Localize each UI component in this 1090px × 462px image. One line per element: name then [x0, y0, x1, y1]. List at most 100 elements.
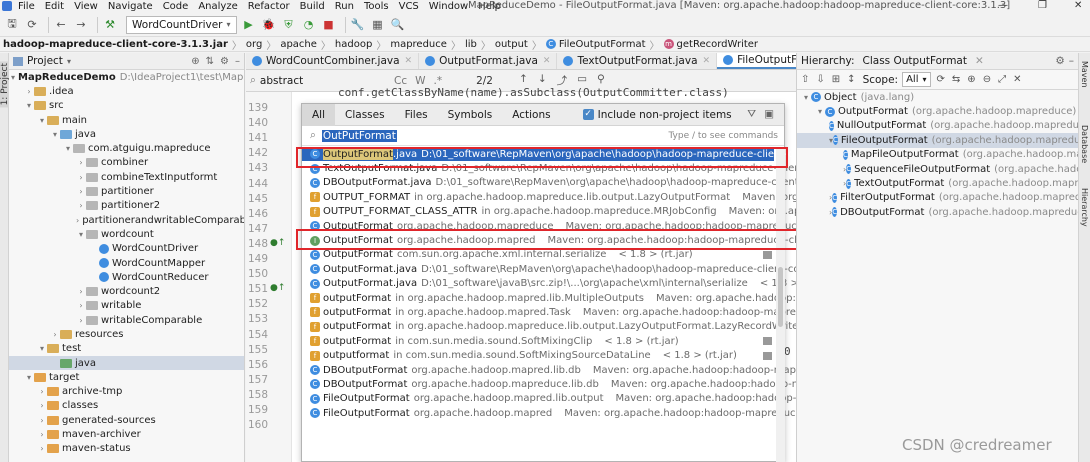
menu-vcs[interactable]: VCS — [399, 1, 419, 12]
tab-textoutputformat[interactable]: TextOutputFormat.java ✕ — [557, 53, 718, 69]
project-tree-item[interactable]: ▾ src — [9, 99, 244, 113]
gear-icon[interactable]: ⚙ — [1055, 55, 1064, 67]
sync-icon[interactable]: ⟳ — [24, 17, 40, 33]
menu-run[interactable]: Run — [335, 1, 354, 12]
hierarchy-item[interactable]: › C TextOutputFormat (org.apache.hadoop.map… — [797, 176, 1078, 190]
expanded-arrow-icon[interactable]: ▾ — [815, 107, 825, 116]
project-tree-item[interactable]: ▾ test — [9, 342, 244, 356]
project-tree-item[interactable]: › combiner — [9, 156, 244, 170]
hierarchy-item[interactable]: › C DBOutputFormat (org.apache.hadoop.mapre… — [797, 205, 1078, 219]
project-panel-title[interactable]: Project — [27, 55, 63, 67]
tab-classes[interactable]: Classes — [335, 104, 395, 126]
project-tree-item[interactable]: › .idea — [9, 84, 244, 98]
collapsed-arrow-icon[interactable]: › — [37, 401, 47, 410]
collapsed-arrow-icon[interactable]: › — [76, 173, 86, 182]
project-tree-item[interactable]: › writableComparable — [9, 313, 244, 327]
menu-tools[interactable]: Tools — [364, 1, 389, 12]
project-tree-item[interactable]: ▾ com.atguigu.mapreduce — [9, 141, 244, 155]
close-window-button[interactable]: ✕ — [1074, 0, 1082, 11]
menu-window[interactable]: Window — [429, 1, 468, 12]
menu-refactor[interactable]: Refactor — [248, 1, 290, 12]
class-hierarchy-icon[interactable]: ⊞ — [832, 74, 840, 85]
expanded-arrow-icon[interactable]: ▾ — [76, 230, 86, 239]
breadcrumb-org[interactable]: org — [246, 39, 262, 50]
breadcrumb-lib[interactable]: lib — [465, 39, 477, 50]
close-icon[interactable]: ✕ — [703, 56, 711, 66]
tab-outputformat[interactable]: OutputFormat.java ✕ — [419, 53, 558, 69]
regex-toggle[interactable]: .* — [434, 75, 443, 87]
popup-scrollbar[interactable] — [776, 147, 785, 462]
search-result-item[interactable]: C DBOutputFormat org.apache.hadoop.mapredu… — [302, 377, 888, 391]
menu-build[interactable]: Build — [300, 1, 325, 12]
hierarchy-tool-button[interactable]: Hierarchy — [1080, 188, 1089, 227]
hide-icon[interactable]: – — [235, 56, 240, 67]
collapsed-arrow-icon[interactable]: › — [76, 216, 79, 225]
search-result-item[interactable]: f outputformat in com.sun.media.sound.Soft… — [302, 348, 774, 362]
supertypes-icon[interactable]: ⇧ — [801, 74, 809, 85]
project-tree-item[interactable]: ▾ java — [9, 127, 244, 141]
search-result-item[interactable]: C DBOutputFormat.java D:\01_software\RepMa… — [302, 176, 869, 190]
breadcrumb-hadoop[interactable]: hadoop — [335, 39, 372, 50]
hierarchy-item[interactable]: › C SequenceFileOutputFormat (org.apache.ha… — [797, 162, 1078, 176]
hierarchy-item[interactable]: C MapFileOutputFormat (org.apache.hadoop.m… — [797, 148, 1078, 162]
project-tree-item[interactable]: WordCountDriver — [9, 242, 244, 256]
collapsed-arrow-icon[interactable]: › — [76, 158, 86, 167]
tab-wordcountcombiner[interactable]: WordCountCombiner.java ✕ — [246, 53, 420, 69]
profile-icon[interactable]: ◔ — [301, 17, 317, 33]
search-result-item[interactable]: C OutputFormat.java D:\01_software\javaB\s… — [302, 277, 851, 291]
expanded-arrow-icon[interactable]: ▾ — [24, 101, 34, 110]
project-tree-item[interactable]: ▾MapReduceDemoD:\IdeaProject1\test\MapRe… — [9, 70, 244, 84]
search-result-item[interactable]: C FileOutputFormat org.apache.hadoop.mapre… — [302, 406, 855, 420]
menu-navigate[interactable]: Navigate — [108, 1, 153, 12]
collapsed-arrow-icon[interactable]: › — [76, 201, 86, 210]
expanded-arrow-icon[interactable]: ▾ — [801, 93, 811, 102]
filter-icon[interactable]: ⛛ — [747, 108, 756, 121]
refresh-icon[interactable]: ⟳ — [937, 74, 945, 85]
override-marker-icon[interactable]: ●↑ — [270, 283, 285, 293]
collapse-all-icon[interactable]: ⊖ — [983, 74, 991, 85]
coverage-icon[interactable]: ⛨ — [281, 17, 297, 33]
collapsed-arrow-icon[interactable]: › — [37, 387, 47, 396]
project-tree-item[interactable]: › generated-sources — [9, 413, 244, 427]
expanded-arrow-icon[interactable]: ▾ — [37, 344, 47, 353]
tab-all[interactable]: All — [302, 103, 336, 126]
debug-icon[interactable]: 🐞 — [261, 17, 277, 33]
collapsed-arrow-icon[interactable]: › — [37, 430, 47, 439]
project-tree-item[interactable]: › partitioner — [9, 184, 244, 198]
search-result-item[interactable]: f OUTPUT_FORMAT in org.apache.hadoop.mapre… — [302, 190, 863, 204]
search-result-item[interactable]: C FileOutputFormat org.apache.hadoop.mapre… — [302, 392, 841, 406]
breadcrumb-mapreduce[interactable]: mapreduce — [390, 39, 447, 50]
expanded-arrow-icon[interactable]: ▾ — [50, 130, 60, 139]
search-result-item[interactable]: f outputFormat in org.apache.hadoop.mapred… — [302, 305, 866, 319]
project-tree-item[interactable]: java — [9, 355, 244, 371]
project-tree-item[interactable]: ▾ wordcount — [9, 227, 244, 241]
project-tree-item[interactable]: › partitionerandwritableComparab — [9, 213, 244, 227]
close-icon[interactable]: ✕ — [543, 56, 551, 66]
subtypes-icon[interactable]: ⇩ — [816, 74, 824, 85]
back-icon[interactable]: ← — [53, 17, 69, 33]
save-all-icon[interactable]: 🖫 — [4, 17, 20, 33]
collapsed-arrow-icon[interactable]: › — [37, 416, 47, 425]
expanded-arrow-icon[interactable]: ▾ — [24, 373, 34, 382]
project-tree-item[interactable]: WordCountReducer — [9, 270, 244, 284]
run-configuration-select[interactable]: WordCountDriver ▾ — [126, 15, 237, 34]
collapsed-arrow-icon[interactable]: › — [76, 187, 86, 196]
breadcrumb-class[interactable]: FileOutputFormat — [559, 39, 646, 50]
expanded-arrow-icon[interactable]: ▾ — [63, 144, 73, 153]
include-non-project-checkbox[interactable]: ✓ Include non-project items — [582, 109, 732, 121]
tab-symbols[interactable]: Symbols — [438, 104, 503, 126]
open-in-window-icon[interactable]: ▣ — [764, 108, 774, 121]
close-icon[interactable]: ✕ — [975, 55, 984, 67]
search-result-item[interactable]: f outputFormat in org.apache.hadoop.mapred… — [302, 320, 945, 334]
search-result-item[interactable]: f outputFormat in com.sun.media.sound.Soft… — [302, 334, 774, 348]
locate-icon[interactable]: ⊕ — [191, 56, 199, 67]
expanded-arrow-icon[interactable]: ▾ — [37, 116, 47, 125]
breadcrumb-method[interactable]: getRecordWriter — [677, 39, 758, 50]
popup-search-field[interactable]: ⌕ OutPutFormat Type / to see commands — [302, 126, 784, 146]
project-tree-item[interactable]: › combineTextInputformt — [9, 170, 244, 184]
forward-icon[interactable]: → — [73, 17, 89, 33]
project-structure-icon[interactable]: ▦ — [370, 17, 386, 33]
breadcrumb-output[interactable]: output — [495, 39, 528, 50]
menu-edit[interactable]: Edit — [45, 1, 64, 12]
restore-button[interactable]: ❐ — [1038, 0, 1047, 11]
